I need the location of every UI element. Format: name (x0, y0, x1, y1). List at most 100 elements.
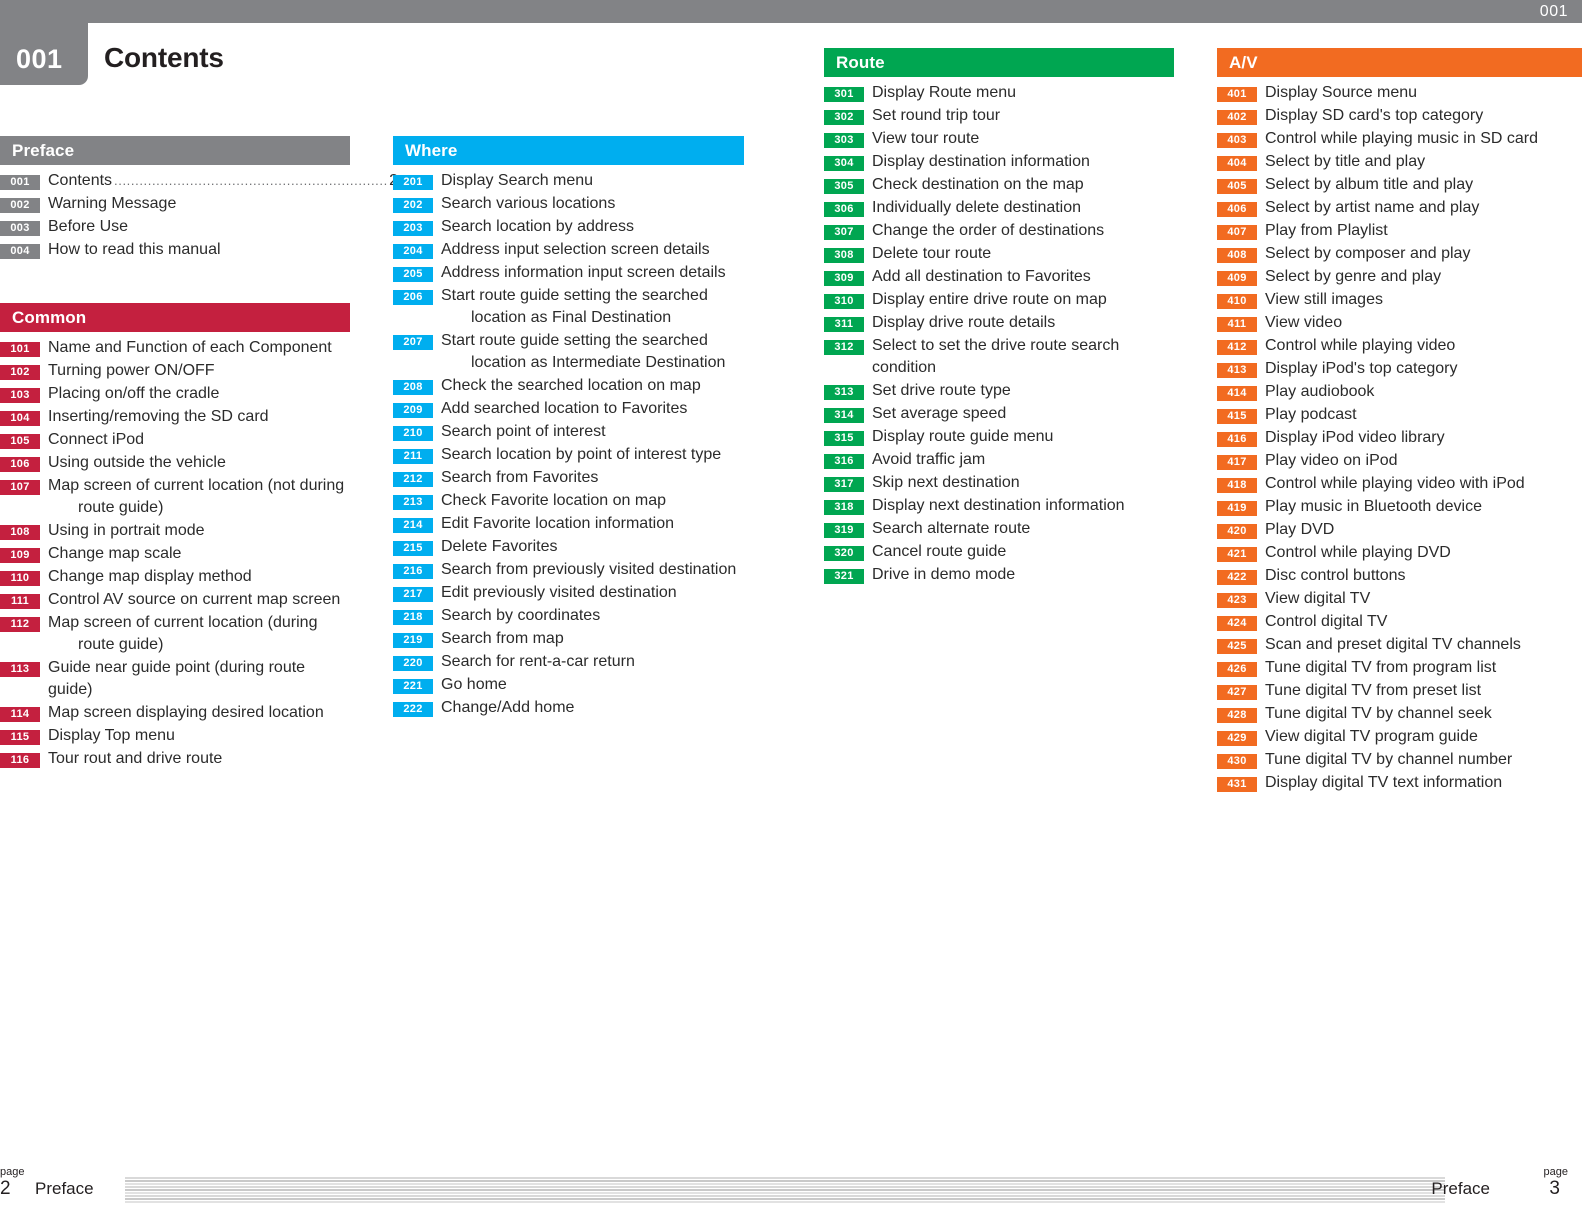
toc-entry[interactable]: 114 Map screen displaying desired locatio… (0, 702, 350, 724)
entry-label: Search for rent-a-car return (441, 653, 635, 670)
toc-entry[interactable]: 109 Change map scale (0, 543, 350, 565)
toc-entry[interactable]: 105 Connect iPod (0, 429, 350, 451)
toc-entry[interactable]: 403 Control while playing music in SD car… (1217, 128, 1582, 150)
toc-entry[interactable]: 102 Turning power ON/OFF (0, 360, 350, 382)
toc-entry[interactable]: 316 Avoid traffic jam (824, 449, 1174, 471)
toc-entry[interactable]: 430 Tune digital TV by channel number (1217, 749, 1582, 771)
toc-entry[interactable]: 314 Set average speed (824, 403, 1174, 425)
toc-entry[interactable]: 001 Contents.............................… (0, 170, 398, 192)
toc-entry[interactable]: 004 How to read this manual (0, 239, 350, 261)
toc-entry[interactable]: 303 View tour route (824, 128, 1174, 150)
toc-entry[interactable]: 405 Select by album title and play (1217, 174, 1582, 196)
toc-entry[interactable]: 416 Display iPod video library (1217, 427, 1582, 449)
toc-entry[interactable]: 408 Select by composer and play (1217, 243, 1582, 265)
toc-entry[interactable]: 204 Address input selection screen detail… (393, 239, 744, 261)
toc-entry[interactable]: 424 Control digital TV (1217, 611, 1582, 633)
toc-entry[interactable]: 310 Display entire drive route on map (824, 289, 1174, 311)
toc-entry[interactable]: 425 Scan and preset digital TV channels (1217, 634, 1582, 656)
toc-entry[interactable]: 315 Display route guide menu (824, 426, 1174, 448)
toc-entry[interactable]: 413 Display iPod's top category (1217, 358, 1582, 380)
toc-entry[interactable]: 002 Warning Message (0, 193, 350, 215)
toc-entry[interactable]: 220 Search for rent-a-car return (393, 651, 744, 673)
toc-entry[interactable]: 207 Start route guide setting the searche… (393, 330, 744, 374)
toc-entry[interactable]: 305 Check destination on the map (824, 174, 1174, 196)
toc-entry[interactable]: 317 Skip next destination (824, 472, 1174, 494)
toc-entry[interactable]: 402 Display SD card's top category (1217, 105, 1582, 127)
toc-entry[interactable]: 219 Search from map (393, 628, 744, 650)
toc-entry[interactable]: 116 Tour rout and drive route (0, 748, 350, 770)
toc-entry[interactable]: 201 Display Search menu (393, 170, 744, 192)
toc-entry[interactable]: 216 Search from previously visited destin… (393, 559, 744, 581)
toc-entry[interactable]: 111 Control AV source on current map scre… (0, 589, 350, 611)
toc-entry[interactable]: 101 Name and Function of each Component (0, 337, 350, 359)
toc-entry[interactable]: 428 Tune digital TV by channel seek (1217, 703, 1582, 725)
toc-entry[interactable]: 211 Search location by point of interest … (393, 444, 744, 466)
toc-entry[interactable]: 003 Before Use (0, 216, 350, 238)
toc-entry[interactable]: 108 Using in portrait mode (0, 520, 350, 542)
toc-entry[interactable]: 208 Check the searched location on map (393, 375, 744, 397)
toc-entry[interactable]: 404 Select by title and play (1217, 151, 1582, 173)
toc-entry[interactable]: 423 View digital TV (1217, 588, 1582, 610)
toc-entry[interactable]: 319 Search alternate route (824, 518, 1174, 540)
toc-entry[interactable]: 222 Change/Add home (393, 697, 744, 719)
toc-entry[interactable]: 217 Edit previously visited destination (393, 582, 744, 604)
toc-entry[interactable]: 410 View still images (1217, 289, 1582, 311)
toc-entry[interactable]: 306 Individually delete destination (824, 197, 1174, 219)
toc-entry[interactable]: 213 Check Favorite location on map (393, 490, 744, 512)
toc-entry[interactable]: 103 Placing on/off the cradle (0, 383, 350, 405)
toc-entry[interactable]: 107 Map screen of current location (not d… (0, 475, 350, 519)
toc-entry[interactable]: 318 Display next destination information (824, 495, 1174, 517)
entry-label: Map screen displaying desired location (48, 704, 324, 721)
toc-entry[interactable]: 115 Display Top menu (0, 725, 350, 747)
toc-entry[interactable]: 414 Play audiobook (1217, 381, 1582, 403)
toc-entry[interactable]: 304 Display destination information (824, 151, 1174, 173)
toc-entry[interactable]: 203 Search location by address (393, 216, 744, 238)
toc-entry[interactable]: 311 Display drive route details (824, 312, 1174, 334)
toc-entry[interactable]: 407 Play from Playlist (1217, 220, 1582, 242)
toc-entry[interactable]: 429 View digital TV program guide (1217, 726, 1582, 748)
toc-entry[interactable]: 406 Select by artist name and play (1217, 197, 1582, 219)
toc-entry[interactable]: 112 Map screen of current location (durin… (0, 612, 350, 656)
toc-entry[interactable]: 427 Tune digital TV from preset list (1217, 680, 1582, 702)
toc-entry[interactable]: 313 Set drive route type (824, 380, 1174, 402)
toc-entry[interactable]: 308 Delete tour route (824, 243, 1174, 265)
toc-entry[interactable]: 110 Change map display method (0, 566, 350, 588)
toc-entry[interactable]: 320 Cancel route guide (824, 541, 1174, 563)
toc-entry[interactable]: 205 Address information input screen deta… (393, 262, 744, 284)
toc-entry[interactable]: 302 Set round trip tour (824, 105, 1174, 127)
toc-entry[interactable]: 321 Drive in demo mode (824, 564, 1174, 586)
toc-entry[interactable]: 420 Play DVD (1217, 519, 1582, 541)
toc-entry[interactable]: 412 Control while playing video (1217, 335, 1582, 357)
toc-entry[interactable]: 106 Using outside the vehicle (0, 452, 350, 474)
toc-entry[interactable]: 202 Search various locations (393, 193, 744, 215)
entry-number-badge: 101 (0, 342, 40, 357)
toc-entry[interactable]: 104 Inserting/removing the SD card (0, 406, 350, 428)
toc-entry[interactable]: 421 Control while playing DVD (1217, 542, 1582, 564)
toc-entry[interactable]: 210 Search point of interest (393, 421, 744, 443)
toc-entry[interactable]: 431 Display digital TV text information (1217, 772, 1582, 794)
toc-entry[interactable]: 422 Disc control buttons (1217, 565, 1582, 587)
toc-entry[interactable]: 312 Select to set the drive route search … (824, 335, 1174, 379)
toc-entry[interactable]: 401 Display Source menu (1217, 82, 1582, 104)
toc-entry[interactable]: 209 Add searched location to Favorites (393, 398, 744, 420)
toc-entry[interactable]: 212 Search from Favorites (393, 467, 744, 489)
toc-entry[interactable]: 113 Guide near guide point (during route … (0, 657, 350, 701)
toc-entry[interactable]: 206 Start route guide setting the searche… (393, 285, 744, 329)
toc-entry[interactable]: 221 Go home (393, 674, 744, 696)
toc-entry[interactable]: 307 Change the order of destinations (824, 220, 1174, 242)
entry-number-badge: 420 (1217, 524, 1257, 539)
toc-entry[interactable]: 418 Control while playing video with iPod (1217, 473, 1582, 495)
toc-entry[interactable]: 419 Play music in Bluetooth device (1217, 496, 1582, 518)
toc-entry[interactable]: 301 Display Route menu (824, 82, 1174, 104)
toc-entry[interactable]: 426 Tune digital TV from program list (1217, 657, 1582, 679)
toc-entry[interactable]: 309 Add all destination to Favorites (824, 266, 1174, 288)
toc-entry[interactable]: 409 Select by genre and play (1217, 266, 1582, 288)
toc-entry[interactable]: 218 Search by coordinates (393, 605, 744, 627)
toc-entry[interactable]: 417 Play video on iPod (1217, 450, 1582, 472)
footer-left: page 2 Preface (0, 1149, 1445, 1211)
toc-entry[interactable]: 411 View video (1217, 312, 1582, 334)
toc-entry[interactable]: 215 Delete Favorites (393, 536, 744, 558)
toc-entry[interactable]: 415 Play podcast (1217, 404, 1582, 426)
entry-number-badge: 318 (824, 500, 864, 515)
toc-entry[interactable]: 214 Edit Favorite location information (393, 513, 744, 535)
